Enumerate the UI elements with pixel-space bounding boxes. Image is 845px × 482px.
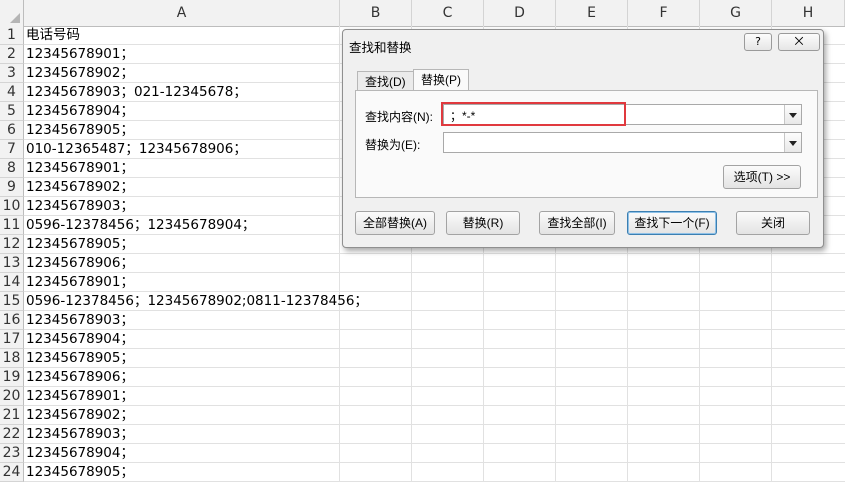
replace-button[interactable]: 替换(R)	[446, 211, 520, 235]
row-header[interactable]: 2	[0, 45, 24, 64]
cell-a[interactable]: 12345678901；	[24, 387, 340, 406]
cell-a[interactable]: 12345678903；	[24, 425, 340, 444]
options-button[interactable]: 选项(T) >>	[723, 165, 801, 189]
cell-a[interactable]: 0596-12378456；12345678904；	[24, 216, 340, 235]
row-header[interactable]: 18	[0, 349, 24, 368]
column-header-c[interactable]: C	[412, 0, 484, 26]
column-header-f[interactable]: F	[628, 0, 700, 26]
row-header[interactable]: 17	[0, 330, 24, 349]
row-header[interactable]: 19	[0, 368, 24, 387]
dialog-title: 查找和替换	[349, 41, 412, 55]
cell-a[interactable]: 12345678905；	[24, 463, 340, 482]
select-all-corner[interactable]	[0, 0, 24, 26]
cell-a[interactable]: 12345678904；	[24, 330, 340, 349]
replace-label: 替换为(E):	[365, 138, 421, 152]
row-header[interactable]: 10	[0, 197, 24, 216]
find-label: 查找内容(N):	[365, 110, 433, 124]
cell-a[interactable]: 12345678903；	[24, 311, 340, 330]
close-button[interactable]: 关闭	[736, 211, 810, 235]
row-header[interactable]: 23	[0, 444, 24, 463]
row-header[interactable]: 6	[0, 121, 24, 140]
cell-a[interactable]: 12345678901；	[24, 159, 340, 178]
column-header-e[interactable]: E	[556, 0, 628, 26]
cell-a[interactable]: 12345678902；	[24, 178, 340, 197]
cell-a[interactable]: 电话号码	[24, 26, 340, 45]
tab-find[interactable]: 查找(D)	[357, 71, 414, 91]
find-replace-dialog: 查找和替换 ? ⨉ 查找(D) 替换(P) 查找内容(N): ；*-* 替换为(…	[342, 29, 824, 248]
row-header[interactable]: 16	[0, 311, 24, 330]
cell-a[interactable]: 12345678904；	[24, 102, 340, 121]
row-header[interactable]: 1	[0, 26, 24, 45]
column-header-h[interactable]: H	[772, 0, 845, 26]
row-header[interactable]: 21	[0, 406, 24, 425]
cell-a[interactable]: 12345678903；021-12345678；	[24, 83, 340, 102]
replace-all-button[interactable]: 全部替换(A)	[355, 211, 435, 235]
close-icon[interactable]: ⨉	[778, 33, 820, 51]
tab-replace[interactable]: 替换(P)	[413, 69, 469, 91]
help-button[interactable]: ?	[744, 33, 772, 51]
find-all-button[interactable]: 查找全部(I)	[539, 211, 615, 235]
row-header[interactable]: 4	[0, 83, 24, 102]
cell-a[interactable]: 010-12365487；12345678906；	[24, 140, 340, 159]
annotation-highlight-box	[441, 102, 626, 126]
replace-dropdown-button[interactable]	[784, 133, 801, 152]
cell-a[interactable]: 12345678903；	[24, 197, 340, 216]
column-header-b[interactable]: B	[340, 0, 412, 26]
row-header[interactable]: 12	[0, 235, 24, 254]
row-header[interactable]: 9	[0, 178, 24, 197]
row-header[interactable]: 15	[0, 292, 24, 311]
column-header-g[interactable]: G	[700, 0, 772, 26]
column-header-d[interactable]: D	[484, 0, 556, 26]
cell-a[interactable]: 12345678905；	[24, 235, 340, 254]
cell-a[interactable]: 12345678906；	[24, 368, 340, 387]
cell-a[interactable]: 12345678905；	[24, 349, 340, 368]
cell-a[interactable]: 12345678906；	[24, 254, 340, 273]
row-header[interactable]: 22	[0, 425, 24, 444]
row-header[interactable]: 24	[0, 463, 24, 482]
cell-a[interactable]: 12345678905；	[24, 121, 340, 140]
cell-a[interactable]: 12345678902；	[24, 64, 340, 83]
row-header[interactable]: 11	[0, 216, 24, 235]
cell-a[interactable]: 12345678902；	[24, 406, 340, 425]
cell-a[interactable]: 0596-12378456；12345678902;0811-12378456；	[24, 292, 368, 311]
find-next-button[interactable]: 查找下一个(F)	[627, 211, 717, 235]
row-header[interactable]: 3	[0, 64, 24, 83]
cell-a[interactable]: 12345678904；	[24, 444, 340, 463]
row-header[interactable]: 8	[0, 159, 24, 178]
find-dropdown-button[interactable]	[784, 105, 801, 124]
row-header[interactable]: 14	[0, 273, 24, 292]
row-header[interactable]: 20	[0, 387, 24, 406]
row-header[interactable]: 5	[0, 102, 24, 121]
column-header-a[interactable]: A	[24, 0, 340, 26]
row-header[interactable]: 7	[0, 140, 24, 159]
row-header[interactable]: 13	[0, 254, 24, 273]
cell-a[interactable]: 12345678901；	[24, 45, 340, 64]
cell-a[interactable]: 12345678901；	[24, 273, 340, 292]
replace-input[interactable]	[443, 132, 802, 153]
